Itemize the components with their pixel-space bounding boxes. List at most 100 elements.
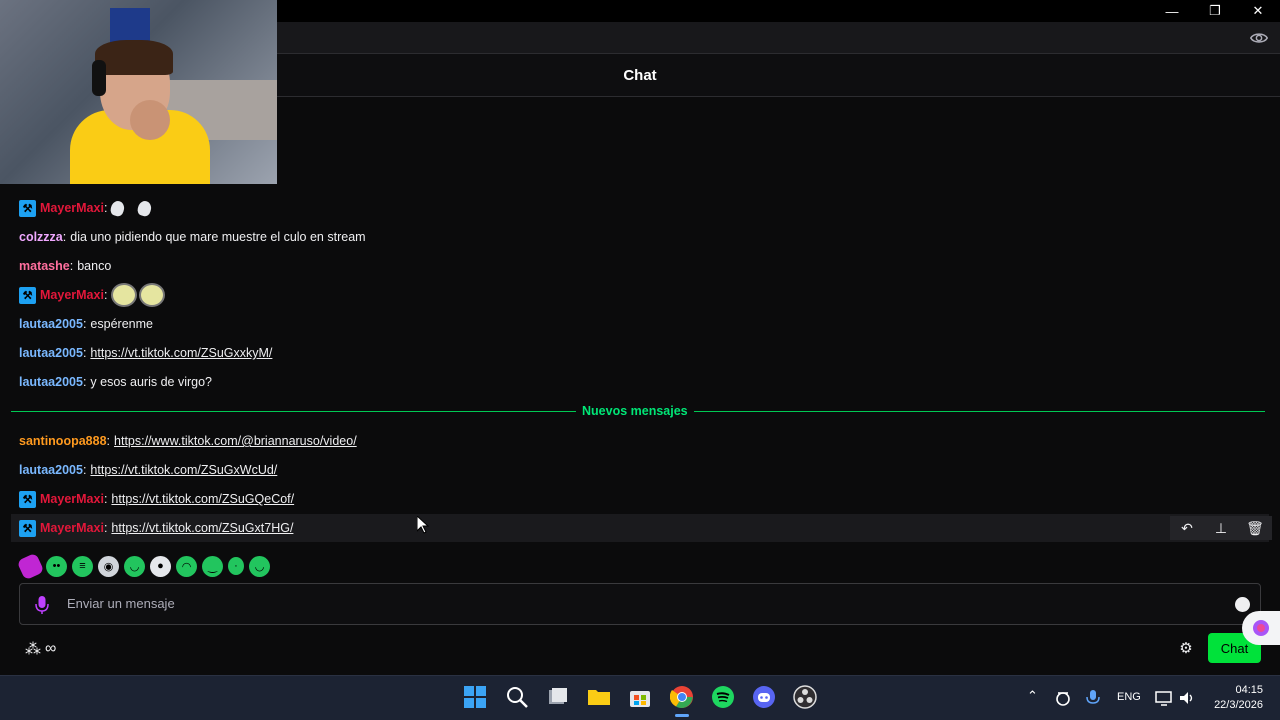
chat-message[interactable]: ⚒ MayerMaxi : https://vt.tiktok.com/ZSuG… bbox=[19, 489, 294, 509]
moderator-badge-icon: ⚒ bbox=[19, 519, 36, 537]
emote-icon[interactable]: ◡ bbox=[249, 555, 270, 577]
chat-message[interactable]: lautaa2005 : espérenme bbox=[19, 314, 153, 334]
chrome-icon[interactable] bbox=[670, 685, 694, 709]
chat-username[interactable]: MayerMaxi bbox=[40, 201, 104, 215]
chat-input[interactable]: Enviar un mensaje bbox=[67, 596, 175, 611]
message-text: dia uno pidiendo que mare muestre el cul… bbox=[70, 230, 366, 244]
discord-icon[interactable] bbox=[752, 685, 776, 709]
chat-username[interactable]: MayerMaxi bbox=[40, 521, 104, 535]
webcam-person bbox=[92, 60, 106, 96]
taskbar-clock[interactable]: 04:15 22/3/2026 bbox=[1214, 683, 1263, 713]
active-app-indicator bbox=[675, 714, 689, 717]
network-icon[interactable] bbox=[1155, 689, 1173, 707]
infinity-icon[interactable]: ∞ bbox=[45, 640, 56, 658]
chat-message[interactable]: lautaa2005 : https://vt.tiktok.com/ZSuGx… bbox=[19, 343, 272, 363]
file-explorer-icon[interactable] bbox=[587, 685, 611, 709]
message-link[interactable]: https://www.tiktok.com/@briannaruso/vide… bbox=[114, 434, 357, 448]
emote-icon[interactable] bbox=[139, 283, 166, 307]
chat-message[interactable]: ⚒ MayerMaxi : bbox=[19, 198, 165, 218]
separator: : bbox=[82, 463, 87, 477]
chat-message[interactable]: lautaa2005 : y esos auris de virgo? bbox=[19, 372, 212, 392]
webcam-overlay bbox=[0, 0, 277, 184]
separator: : bbox=[82, 317, 87, 331]
webcam-person bbox=[130, 100, 170, 140]
separator: : bbox=[69, 259, 74, 273]
minimize-button[interactable]: — bbox=[1150, 0, 1194, 22]
microphone-tray-icon[interactable] bbox=[1085, 689, 1101, 707]
floating-avatar-icon[interactable] bbox=[1242, 611, 1280, 645]
emote-icon[interactable]: ● bbox=[150, 555, 171, 577]
separator: : bbox=[103, 492, 108, 506]
chat-username[interactable]: santinoopa888 bbox=[19, 434, 107, 448]
moderator-badge-icon: ⚒ bbox=[19, 199, 36, 217]
tray-app-icon[interactable] bbox=[1054, 689, 1072, 707]
emoji-picker-icon[interactable] bbox=[1235, 597, 1250, 612]
emote-icon[interactable]: ◠ bbox=[176, 555, 197, 577]
message-actions: ↶ ⊥ 🗑 bbox=[1170, 516, 1272, 540]
chat-username[interactable]: lautaa2005 bbox=[19, 317, 83, 331]
chat-message[interactable]: ⚒ MayerMaxi : bbox=[19, 283, 167, 307]
message-text: banco bbox=[77, 259, 112, 273]
emote-icon[interactable] bbox=[109, 199, 127, 217]
delete-icon[interactable]: 🗑 bbox=[1238, 516, 1272, 540]
emote-icon[interactable] bbox=[136, 199, 154, 217]
clock-date: 22/3/2026 bbox=[1214, 699, 1263, 711]
emote-icon[interactable] bbox=[16, 552, 45, 580]
message-link[interactable]: https://vt.tiktok.com/ZSuGQeCof/ bbox=[111, 492, 294, 506]
restore-button[interactable]: ❐ bbox=[1193, 0, 1237, 22]
chat-message[interactable]: ⚒ MayerMaxi : https://vt.tiktok.com/ZSuG… bbox=[19, 518, 293, 538]
emote-bar: •• ≡ ◉ ◡ ● ◠ ‿ · ◡ bbox=[16, 552, 270, 580]
close-button[interactable]: ✕ bbox=[1236, 0, 1280, 22]
message-link[interactable]: https://vt.tiktok.com/ZSuGxt7HG/ bbox=[111, 521, 293, 535]
spotify-icon[interactable] bbox=[711, 685, 735, 709]
message-text: y esos auris de virgo? bbox=[90, 375, 213, 389]
windows-start-icon[interactable] bbox=[463, 685, 487, 709]
task-view-icon[interactable] bbox=[546, 685, 570, 709]
eye-icon[interactable] bbox=[1250, 29, 1268, 47]
tray-chevron-icon[interactable]: ⌃ bbox=[1027, 688, 1038, 704]
separator: : bbox=[106, 434, 111, 448]
emote-icon[interactable]: ≡ bbox=[72, 555, 93, 577]
chat-message[interactable]: lautaa2005 : https://vt.tiktok.com/ZSuGx… bbox=[19, 460, 277, 480]
message-link[interactable]: https://vt.tiktok.com/ZSuGxWcUd/ bbox=[90, 463, 277, 477]
separator: : bbox=[103, 288, 108, 302]
new-messages-label: Nuevos mensajes bbox=[576, 402, 694, 420]
store-icon[interactable] bbox=[628, 685, 652, 709]
moderator-badge-icon: ⚒ bbox=[19, 490, 36, 508]
chat-title: Chat bbox=[623, 66, 657, 84]
clock-time: 04:15 bbox=[1235, 684, 1263, 696]
gear-icon[interactable]: ⚙ bbox=[1177, 639, 1195, 657]
chat-username[interactable]: lautaa2005 bbox=[19, 375, 83, 389]
emote-icon[interactable]: •• bbox=[46, 555, 67, 577]
webcam-person bbox=[95, 40, 173, 75]
chat-message[interactable]: matashe : banco bbox=[19, 256, 111, 276]
message-link[interactable]: https://vt.tiktok.com/ZSuGxxkyM/ bbox=[90, 346, 272, 360]
chat-username[interactable]: matashe bbox=[19, 259, 70, 273]
chat-username[interactable]: lautaa2005 bbox=[19, 346, 83, 360]
emote-icon[interactable]: ◉ bbox=[98, 555, 119, 577]
chat-message[interactable]: colzzza : dia uno pidiendo que mare mues… bbox=[19, 227, 366, 247]
volume-icon[interactable] bbox=[1178, 689, 1196, 707]
chat-username[interactable]: MayerMaxi bbox=[40, 288, 104, 302]
emote-icon[interactable]: · bbox=[228, 557, 244, 575]
message-text: espérenme bbox=[90, 317, 153, 331]
chat-input-container[interactable]: Enviar un mensaje bbox=[19, 583, 1261, 625]
moderator-badge-icon: ⚒ bbox=[19, 286, 36, 304]
chat-message-list[interactable]: ⚒ MayerMaxi : colzzza : dia uno pidiendo… bbox=[0, 180, 1280, 542]
reply-icon[interactable]: ↶ bbox=[1170, 516, 1204, 540]
microphone-icon[interactable] bbox=[35, 595, 49, 615]
language-indicator[interactable]: ENG bbox=[1117, 691, 1141, 703]
emote-icon[interactable] bbox=[111, 283, 138, 307]
search-icon[interactable] bbox=[505, 685, 529, 709]
chat-message[interactable]: santinoopa888 : https://www.tiktok.com/@… bbox=[19, 431, 357, 451]
pin-icon[interactable]: ⊥ bbox=[1204, 516, 1238, 540]
chat-username[interactable]: lautaa2005 bbox=[19, 463, 83, 477]
chat-username[interactable]: MayerMaxi bbox=[40, 492, 104, 506]
points-icon[interactable]: ⁂ bbox=[25, 639, 41, 659]
separator: : bbox=[103, 201, 108, 215]
emote-icon[interactable]: ‿ bbox=[202, 555, 223, 577]
chat-username[interactable]: colzzza bbox=[19, 230, 63, 244]
chat-footer-left: ⁂ ∞ bbox=[25, 639, 56, 659]
obs-icon[interactable] bbox=[793, 685, 817, 709]
emote-icon[interactable]: ◡ bbox=[124, 555, 145, 577]
